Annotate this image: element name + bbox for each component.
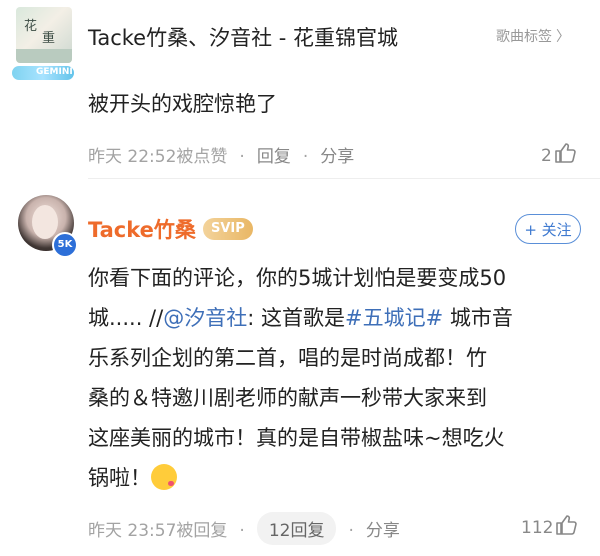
like-button[interactable]: 112	[521, 514, 578, 538]
like-count: 2	[541, 146, 552, 166]
song-tag-label: 歌曲标签	[496, 29, 552, 45]
hashtag-link[interactable]: #五城记#	[345, 306, 443, 330]
thumbs-up-icon	[556, 515, 578, 535]
separator: ·	[302, 147, 309, 167]
cover-text-2: 重	[42, 31, 56, 46]
song-tag-link[interactable]: 歌曲标签〉	[496, 26, 570, 46]
text-fragment: 城市音	[443, 306, 513, 330]
separator: ·	[348, 521, 354, 541]
reply-count-button[interactable]: 12回复	[256, 512, 337, 545]
share-button[interactable]: 分享	[320, 147, 354, 167]
user-badge: GEMINI	[12, 66, 74, 80]
comment-text-line: 这座美丽的城市！真的是自带椒盐味~想吃火	[88, 426, 505, 450]
comment-text-line: 乐系列企划的第二首，唱的是时尚成都！竹	[88, 346, 487, 370]
follow-button[interactable]: + 关注	[515, 214, 581, 244]
song-title: Tacke竹桑、汐音社 - 花重锦官城	[88, 26, 399, 50]
mention-link[interactable]: @汐音社	[163, 306, 247, 330]
comment-text-line: 桑的＆特邀川剧老师的献声一秒带大家来到	[88, 386, 487, 410]
comment-text-line: 你看下面的评论，你的5城计划怕是要变成50	[88, 266, 507, 290]
comment-time: 昨天 23:57被回复	[88, 521, 228, 541]
user-badge-text: GEMINI	[36, 67, 73, 77]
comment-divider	[88, 178, 600, 179]
comment-meta: 昨天 22:52被点赞 · 回复 · 分享	[88, 142, 354, 167]
thumbs-up-icon	[555, 143, 576, 163]
username[interactable]: Tacke竹桑	[88, 214, 196, 244]
like-count: 112	[521, 518, 554, 538]
separator: ·	[239, 521, 245, 541]
avatar-face	[32, 205, 58, 239]
cover-stripe	[16, 49, 72, 63]
chevron-right-icon: 〉	[556, 29, 570, 45]
like-button[interactable]: 2	[541, 142, 576, 166]
song-header: 花 重 Tacke竹桑、汐音社 - 花重锦官城 歌曲标签〉	[0, 0, 600, 74]
comment-text: 被开头的戏腔惊艳了	[88, 92, 277, 116]
reply-button[interactable]: 回复	[257, 147, 291, 167]
avatar-badge: 5K	[52, 232, 78, 258]
album-cover[interactable]: 花 重	[16, 7, 72, 63]
text-fragment: : 这首歌是	[247, 306, 345, 330]
separator: ·	[239, 147, 245, 167]
svip-badge: SVIP	[203, 218, 253, 240]
comment-time: 昨天 22:52被点赞	[88, 147, 228, 167]
share-button[interactable]: 分享	[366, 521, 400, 541]
kissing-face-icon	[151, 464, 177, 490]
comment-meta: 昨天 23:57被回复 · 12回复 · 分享	[88, 512, 400, 545]
comment-text-line: 锅啦！	[88, 462, 177, 492]
text-fragment: 城..... //	[88, 306, 164, 330]
text-fragment: 锅啦！	[88, 466, 151, 490]
comment-text-line: 城..... //@汐音社: 这首歌是#五城记# 城市音	[88, 302, 513, 332]
cover-text-1: 花	[24, 19, 38, 34]
